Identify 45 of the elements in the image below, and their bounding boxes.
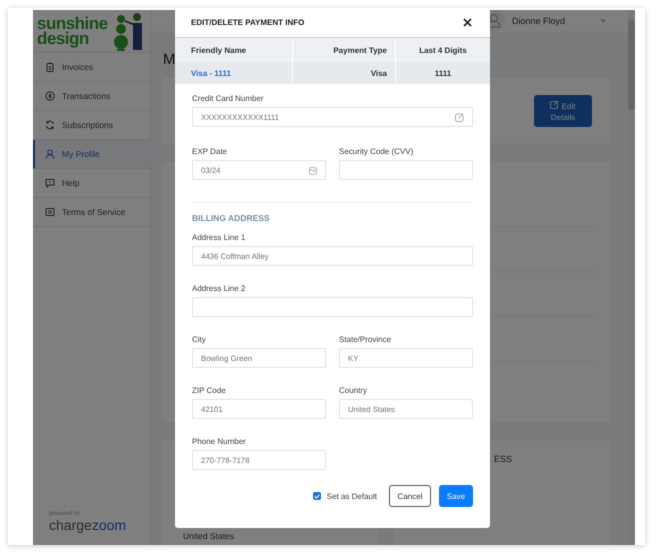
payment-name-link[interactable]: Visa - 1111: [175, 62, 293, 84]
page-title: M: [163, 50, 176, 68]
field-label: Address Line 1: [192, 233, 246, 242]
user-name[interactable]: Dionne Floyd: [512, 16, 565, 26]
section-heading: BILLING ADDRESS: [192, 213, 271, 223]
dollar-coin-icon: [45, 91, 55, 101]
field-label: ZIP Code: [192, 386, 227, 395]
sidebar-item[interactable]: Help: [33, 169, 150, 198]
save-button[interactable]: Save: [439, 485, 473, 507]
input-field[interactable]: [192, 297, 473, 317]
caret-icon[interactable]: [600, 19, 606, 23]
field-label: Credit Card Number: [192, 94, 265, 103]
calendar-icon: [309, 166, 317, 174]
checkbox-label: Set as Default: [326, 492, 377, 500]
field-label: Phone Number: [192, 437, 247, 446]
edit-icon: [550, 100, 560, 108]
refresh-icon: [45, 120, 55, 130]
edit-icon: [455, 112, 464, 122]
edit-details-button[interactable]: Edit Details: [534, 95, 592, 127]
field-label: Security Code (CVV): [339, 147, 414, 156]
address-text: United States: [183, 531, 236, 541]
close-icon[interactable]: [463, 18, 472, 27]
chat-bubble-icon: [45, 178, 55, 188]
field-label: EXP Date: [192, 147, 228, 156]
brand-logo: chargezoom: [49, 517, 128, 533]
field-label: City: [192, 335, 207, 344]
cancel-button[interactable]: Cancel: [389, 485, 431, 507]
sidebar-item[interactable]: Invoices: [33, 53, 150, 82]
sidebar-item[interactable]: My Profile: [33, 140, 150, 169]
user-icon: [45, 149, 55, 159]
table-cell: Visa: [293, 62, 396, 84]
column-header: Last 4 Digits: [418, 44, 468, 57]
logo-text: sunshine design: [37, 16, 109, 46]
document-list-icon: [45, 207, 55, 217]
clipboard-icon: [45, 62, 55, 72]
dialog-title: EDIT/DELETE PAYMENT INFO: [191, 18, 304, 27]
field-label: State/Province: [339, 335, 392, 344]
field-label: Country: [339, 386, 368, 395]
table-cell-text: 1111: [434, 68, 452, 80]
input-field[interactable]: [339, 160, 473, 180]
section-heading: ESS: [494, 454, 514, 464]
field-label: Address Line 2: [192, 284, 246, 293]
sidebar-item[interactable]: Terms of Service: [33, 198, 150, 227]
checkbox[interactable]: [312, 492, 321, 500]
sidebar-item[interactable]: Transactions: [33, 82, 150, 111]
